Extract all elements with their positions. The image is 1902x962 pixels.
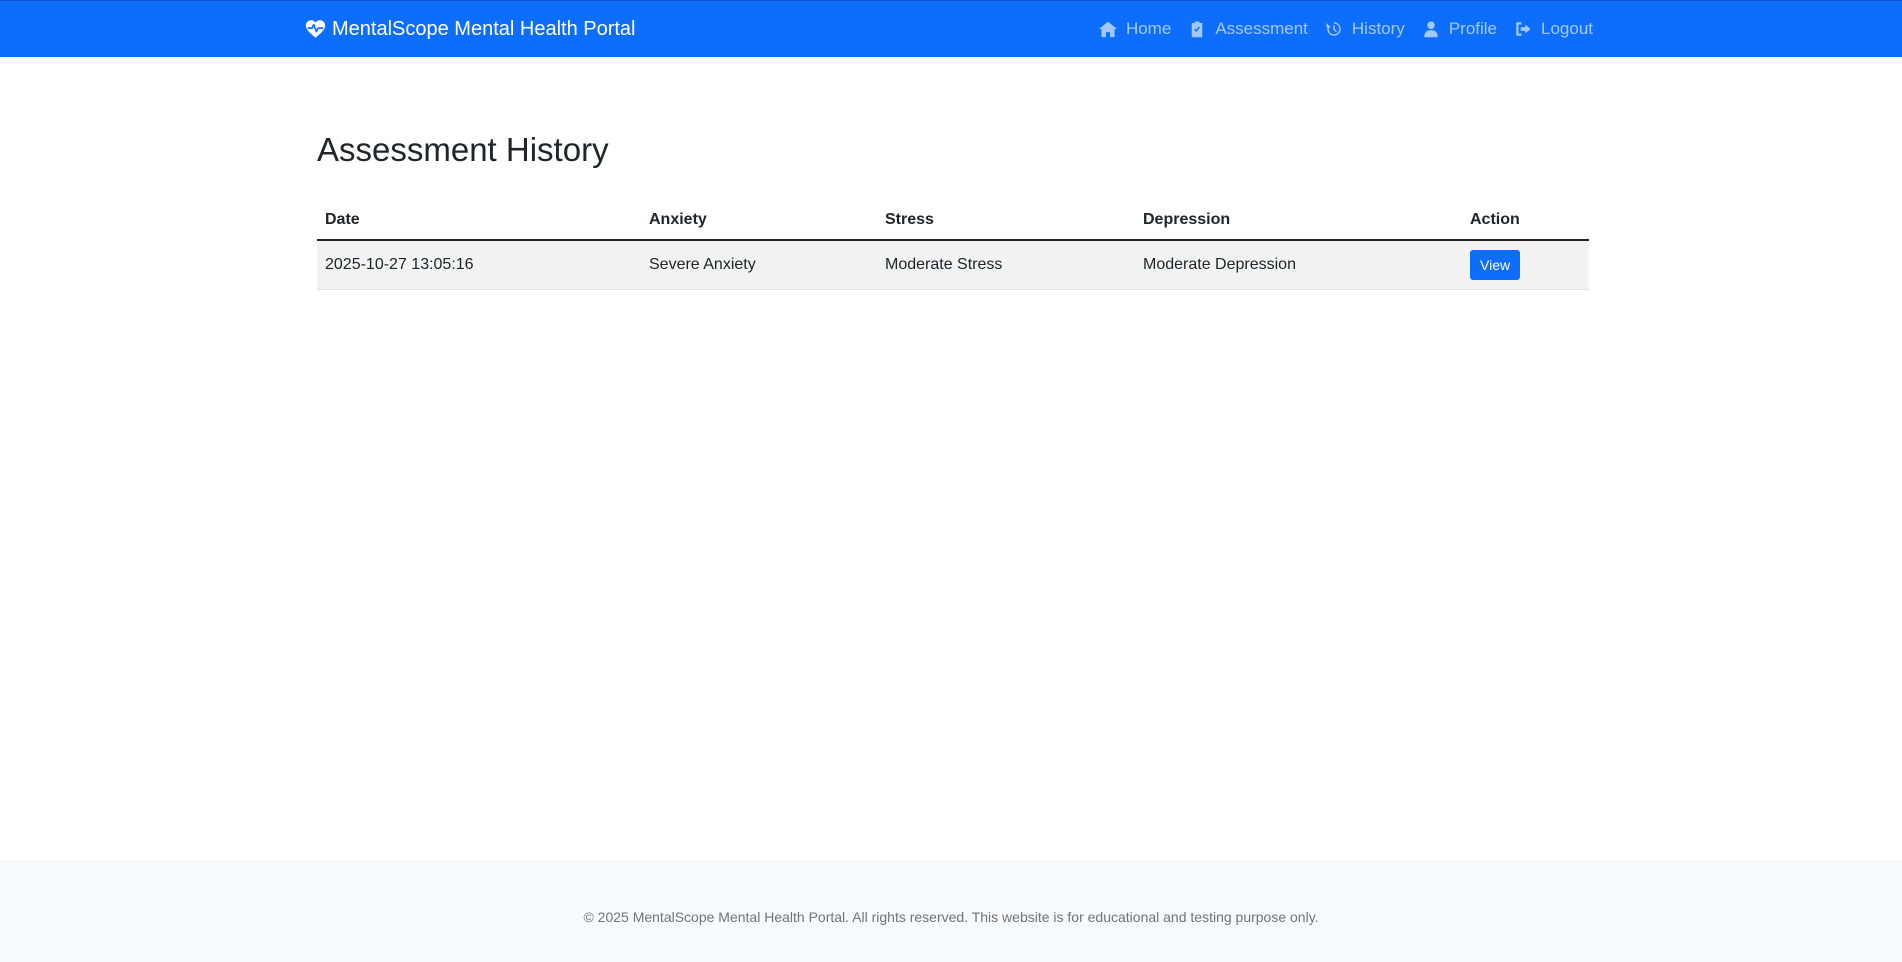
nav-home-label: Home (1125, 19, 1172, 38)
page-title: Assessment History (317, 131, 609, 168)
column-header-action: Action (1462, 200, 1589, 241)
footer-text: © 2025 MentalScope Mental Health Portal.… (583, 909, 1319, 925)
nav-history[interactable]: History (1324, 19, 1405, 39)
cell-stress: Moderate Stress (877, 240, 1135, 290)
top-navbar: MentalScope Mental Health Portal Home As… (0, 0, 1902, 57)
column-header-date: Date (317, 200, 641, 241)
footer: © 2025 MentalScope Mental Health Portal.… (0, 860, 1902, 962)
nav-profile[interactable]: Profile (1421, 19, 1497, 39)
nav-logout-label: Logout (1541, 19, 1593, 38)
nav-profile-label: Profile (1448, 19, 1497, 38)
brand-link[interactable]: MentalScope Mental Health Portal (305, 18, 636, 41)
brand-text: MentalScope Mental Health Portal (332, 17, 636, 40)
cell-date: 2025-10-27 13:05:16 (317, 240, 641, 290)
user-icon (1424, 21, 1438, 38)
nav-links: Home Assessment History Profile Logout (1098, 19, 1593, 39)
history-table: Date Anxiety Stress Depression Action 20… (317, 200, 1589, 290)
cell-anxiety: Severe Anxiety (641, 240, 877, 290)
nav-home[interactable]: Home (1098, 19, 1171, 39)
column-header-depression: Depression (1135, 200, 1462, 241)
nav-logout[interactable]: Logout (1513, 19, 1593, 39)
history-icon (1326, 22, 1341, 36)
nav-history-label: History (1351, 19, 1405, 38)
cell-depression: Moderate Depression (1135, 240, 1462, 290)
column-header-stress: Stress (877, 200, 1135, 241)
heart-pulse-icon (305, 20, 326, 38)
view-button[interactable]: View (1470, 249, 1521, 280)
table-header-row: Date Anxiety Stress Depression Action (317, 200, 1589, 241)
logout-icon (1516, 22, 1531, 36)
clipboard-icon (1192, 21, 1203, 38)
nav-assessment-label: Assessment (1215, 19, 1308, 38)
table-row: 2025-10-27 13:05:16 Severe Anxiety Moder… (317, 240, 1589, 290)
main-content: Assessment History Date Anxiety Stress D… (317, 128, 1589, 290)
column-header-anxiety: Anxiety (641, 200, 877, 241)
nav-assessment[interactable]: Assessment (1187, 19, 1308, 39)
navbar-container: MentalScope Mental Health Portal Home As… (305, 1, 1593, 57)
cell-action: View (1462, 240, 1589, 290)
home-icon (1098, 21, 1117, 38)
